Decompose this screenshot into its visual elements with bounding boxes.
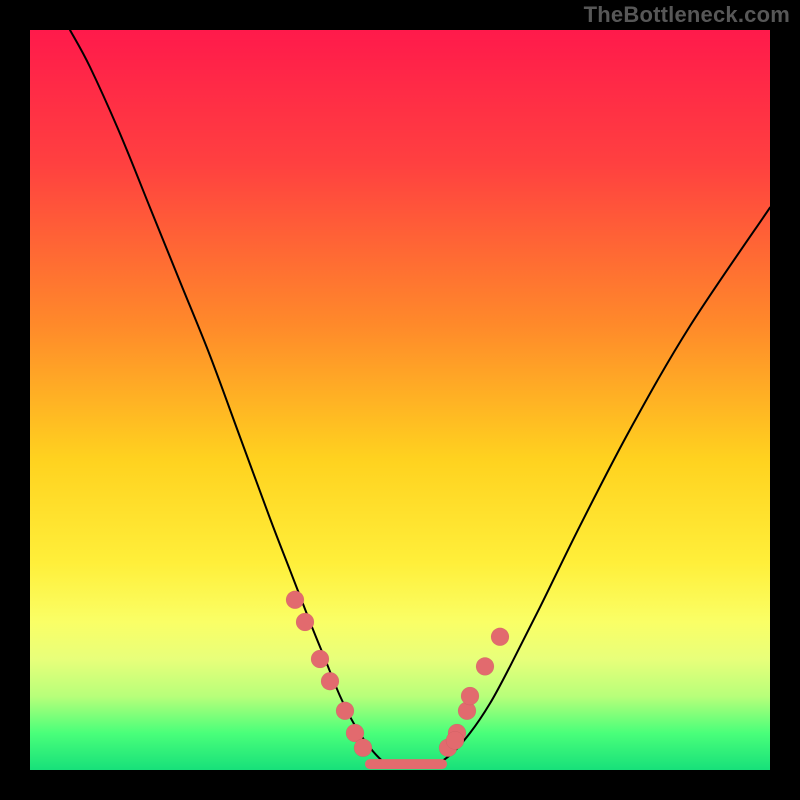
marker-dot: [296, 613, 314, 631]
marker-dot: [336, 702, 354, 720]
marker-dot: [476, 657, 494, 675]
chart-frame: TheBottleneck.com: [0, 0, 800, 800]
bottleneck-curve: [70, 30, 770, 767]
marker-dot: [286, 591, 304, 609]
marker-dot: [491, 628, 509, 646]
watermark-text: TheBottleneck.com: [584, 2, 790, 28]
marker-dot: [321, 672, 339, 690]
curve-layer: [30, 30, 770, 770]
marker-dot: [311, 650, 329, 668]
marker-dot: [446, 731, 464, 749]
marker-dot: [461, 687, 479, 705]
marker-dot: [354, 739, 372, 757]
marker-dots: [286, 591, 509, 757]
plot-border: [0, 0, 800, 800]
plot-area: [30, 30, 770, 770]
